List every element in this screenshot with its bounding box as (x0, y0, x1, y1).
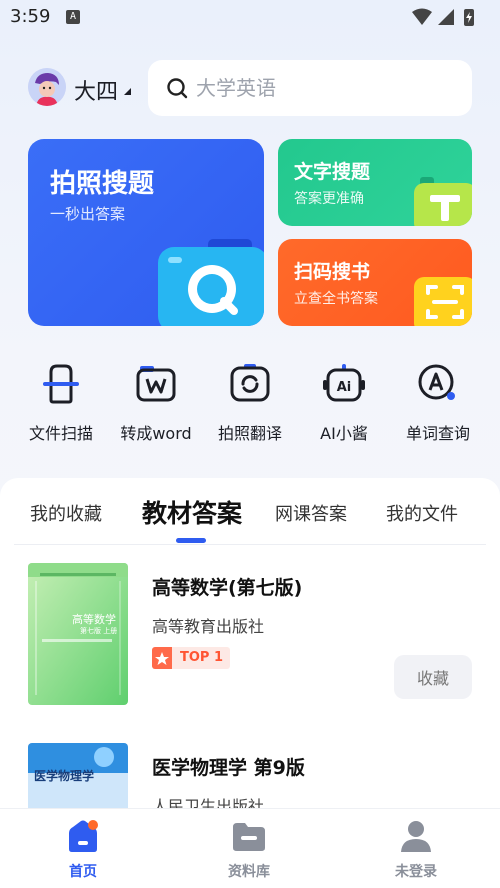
book-cover-title: 高等数学 (72, 613, 116, 626)
tool-to-word-label: 转成word (120, 424, 192, 443)
wifi-icon (412, 8, 432, 25)
photo-search-card[interactable]: 拍照搜题 一秒出答案 (28, 139, 264, 326)
tab-textbook-answers[interactable]: 教材答案 (142, 494, 242, 530)
ai-assistant-icon: Ai (323, 364, 365, 402)
book-cover-subtitle: 第七版 上册 (80, 627, 118, 635)
tab-course-answers[interactable]: 网课答案 (275, 500, 347, 526)
text-t-icon (414, 177, 472, 226)
signal-icon (438, 9, 454, 25)
nav-profile-label: 未登录 (395, 864, 437, 880)
book-cover-title: 医学物理学 (34, 769, 95, 783)
tab-indicator (176, 538, 206, 543)
tool-word-lookup[interactable]: 单词查询 (390, 362, 486, 452)
status-bar: 3:59 A (0, 0, 500, 34)
rank-badge: TOP 1 (152, 647, 230, 669)
word-convert-icon (136, 366, 176, 402)
user-icon (401, 821, 431, 852)
tool-photo-translate[interactable]: 拍照翻译 (202, 362, 298, 452)
svg-text:Ai: Ai (337, 380, 352, 395)
rank-text: TOP 1 (180, 650, 224, 665)
bottom-nav: 首页 资料库 未登录 (0, 808, 500, 888)
tool-file-scan-label: 文件扫描 (28, 424, 93, 443)
nav-library[interactable]: 资料库 (199, 819, 299, 888)
book-cover: 高等数学 第七版 上册 (28, 563, 128, 705)
text-search-title: 文字搜题 (294, 161, 371, 183)
scan-book-subtitle: 立查全书答案 (294, 291, 378, 307)
search-icon (167, 78, 188, 99)
status-time: 3:59 (10, 6, 51, 27)
home-icon (69, 820, 98, 852)
nav-home[interactable]: 首页 (33, 819, 133, 888)
book-title[interactable]: 高等数学(第七版) (152, 573, 302, 600)
caret-down-icon (124, 88, 131, 95)
bookmark-star-icon (152, 647, 172, 669)
tab-divider (14, 544, 486, 545)
tool-ai-assistant-label: AI小酱 (320, 424, 368, 443)
grade-selector[interactable]: 大四 (28, 68, 138, 108)
book-publisher: 高等教育出版社 (152, 617, 265, 636)
folder-icon (233, 823, 265, 851)
camera-search-icon (158, 239, 264, 326)
notification-icon: A (66, 10, 80, 24)
book-title[interactable]: 医学物理学 第9版 (152, 753, 305, 780)
photo-search-title: 拍照搜题 (50, 169, 155, 199)
tab-my-files[interactable]: 我的文件 (386, 500, 458, 526)
scan-book-card[interactable]: 扫码搜书 立查全书答案 (278, 239, 472, 326)
scan-book-title: 扫码搜书 (294, 261, 371, 283)
avatar[interactable] (28, 68, 66, 106)
collect-button[interactable]: 收藏 (394, 655, 472, 699)
nav-home-label: 首页 (69, 864, 97, 880)
text-search-card[interactable]: 文字搜题 答案更准确 (278, 139, 472, 226)
photo-translate-icon (230, 364, 270, 402)
content-panel: 我的收藏 教材答案 网课答案 我的文件 高等数学 第七版 上册 高等数学(第七版… (0, 478, 500, 808)
tool-to-word[interactable]: 转成word (108, 362, 204, 452)
barcode-scan-icon (414, 277, 472, 326)
grade-label[interactable]: 大四 (74, 74, 118, 106)
content-tabs: 我的收藏 教材答案 网课答案 我的文件 (0, 478, 500, 545)
file-scan-icon (43, 364, 79, 404)
nav-library-label: 资料库 (228, 864, 270, 880)
book-publisher: 人民卫生出版社 (152, 797, 265, 808)
book-cover: 医学物理学 (28, 743, 128, 808)
book-item[interactable]: 医学物理学 医学物理学 第9版 人民卫生出版社 (0, 743, 500, 808)
status-icons (412, 8, 474, 26)
word-lookup-icon (418, 364, 455, 400)
search-input[interactable] (196, 73, 446, 103)
tool-word-lookup-label: 单词查询 (405, 424, 470, 443)
book-item[interactable]: 高等数学 第七版 上册 高等数学(第七版) 高等教育出版社 TOP 1 收藏 (0, 563, 500, 713)
tab-favorites[interactable]: 我的收藏 (30, 500, 102, 526)
tool-photo-translate-label: 拍照翻译 (217, 424, 282, 443)
search-bar[interactable] (148, 60, 472, 116)
nav-profile[interactable]: 未登录 (366, 819, 466, 888)
photo-search-subtitle: 一秒出答案 (50, 205, 126, 223)
tool-file-scan[interactable]: 文件扫描 (13, 362, 109, 452)
tool-ai-assistant[interactable]: Ai AI小酱 (296, 362, 392, 452)
text-search-subtitle: 答案更准确 (294, 191, 364, 207)
tools-row: 文件扫描 转成word 拍照翻译 Ai AI小酱 单词查询 (0, 362, 500, 452)
